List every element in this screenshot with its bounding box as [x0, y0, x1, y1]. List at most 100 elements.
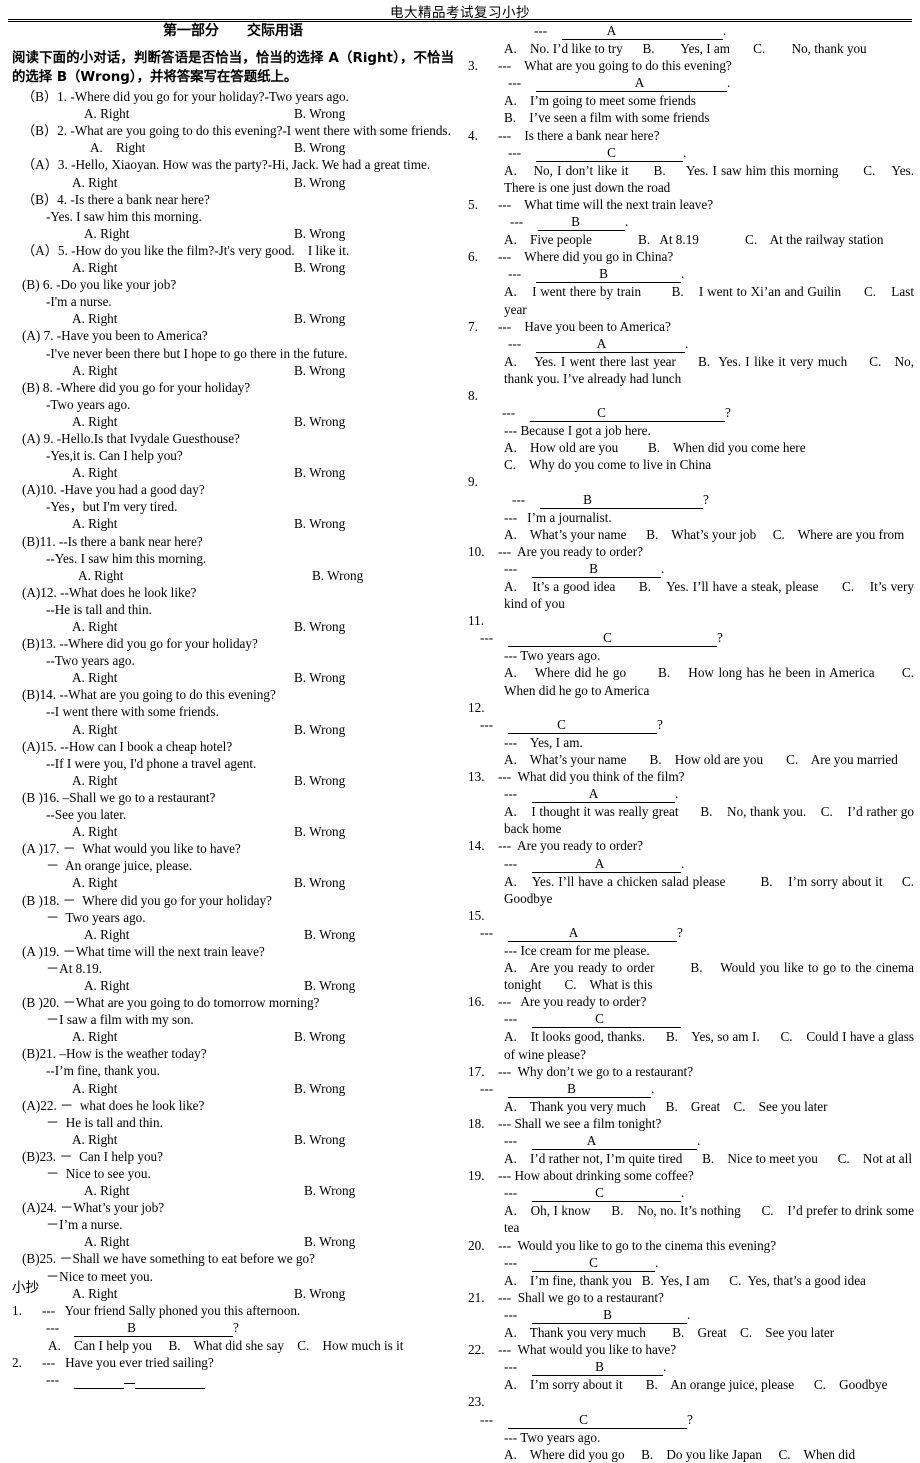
- mc-answer-letter[interactable]: A: [596, 335, 607, 353]
- mc-answer-letter[interactable]: A: [594, 855, 605, 873]
- option-right[interactable]: A. Right: [72, 413, 117, 430]
- option-wrong[interactable]: B. Wrong: [294, 259, 345, 276]
- mc-option-list[interactable]: A. Where did he go B. How long has he be…: [468, 664, 914, 698]
- mc-option-list[interactable]: A. I’m fine, thank you B. Yes, I am C. Y…: [468, 1272, 914, 1289]
- mc-option-list[interactable]: A. It looks good, thanks. B. Yes, so am …: [468, 1028, 914, 1062]
- mc-option-list[interactable]: A. What’s your name B. How old are you C…: [468, 751, 914, 768]
- option-wrong[interactable]: B. Wrong: [294, 310, 345, 327]
- mc-option-list[interactable]: A. I thought it was really great B. No, …: [468, 803, 914, 837]
- mc-option-list[interactable]: B. I’ve seen a film with some friends: [468, 109, 914, 126]
- mc-option-text[interactable]: A. Where did he go B. How long has he be…: [504, 665, 920, 697]
- mc-blank-pre[interactable]: [508, 1411, 578, 1429]
- mc-option-text[interactable]: A. No, I don’t like it B. Yes. I saw him…: [504, 163, 917, 195]
- option-wrong[interactable]: B. Wrong: [294, 464, 345, 481]
- mc-option-list[interactable]: A. Can I help you B. What did she say C.…: [12, 1337, 454, 1354]
- option-right[interactable]: A. Right: [72, 174, 117, 191]
- option-right[interactable]: A. Right: [72, 874, 117, 891]
- mc-answer-letter[interactable]: [124, 1383, 135, 1385]
- mc-option-list[interactable]: A. Are you ready to order B. Would you l…: [468, 959, 914, 993]
- mc-blank-post[interactable]: [607, 335, 685, 353]
- mc-blank-pre[interactable]: [532, 1132, 586, 1151]
- mc-answer-letter[interactable]: B: [588, 560, 599, 578]
- option-wrong[interactable]: B. Wrong: [294, 413, 345, 430]
- option-right[interactable]: A. Right: [84, 926, 129, 943]
- mc-blank-pre[interactable]: [508, 924, 568, 942]
- mc-blank-pre[interactable]: [74, 1319, 126, 1337]
- mc-option-list[interactable]: A. Where did you go B. Do you like Japan…: [468, 1446, 914, 1463]
- option-right[interactable]: A. Right: [72, 772, 117, 789]
- mc-option-text[interactable]: A. Oh, I know B. No, no. It’s nothing C.…: [504, 1203, 917, 1235]
- mc-option-list[interactable]: A. I’m sorry about it B. An orange juice…: [468, 1376, 914, 1393]
- mc-option-text[interactable]: A. I thought it was really great B. No, …: [504, 804, 917, 836]
- mc-answer-letter[interactable]: A: [606, 22, 617, 41]
- option-right[interactable]: A. Right: [84, 105, 129, 122]
- option-wrong[interactable]: B. Wrong: [294, 362, 345, 379]
- mc-blank-pre[interactable]: [532, 560, 588, 578]
- option-right[interactable]: A. Right: [72, 515, 117, 532]
- mc-option-text[interactable]: A. What’s your name B. How old are you C…: [504, 752, 898, 767]
- mc-blank-pre[interactable]: [74, 1371, 124, 1390]
- mc-option-list[interactable]: A. Yes. I went there last year B. Yes. I…: [468, 353, 914, 387]
- mc-option-text[interactable]: A. Where did you go B. Do you like Japan…: [504, 1447, 855, 1462]
- mc-option-list[interactable]: A. I’d rather not, I’m quite tired B. Ni…: [468, 1150, 914, 1167]
- mc-option-list[interactable]: A. Thank you very much B. Great C. See y…: [468, 1324, 914, 1341]
- mc-blank-pre[interactable]: [532, 1010, 594, 1029]
- mc-option-text[interactable]: A. It looks good, thanks. B. Yes, so am …: [504, 1029, 917, 1061]
- option-right[interactable]: A. Right: [72, 823, 117, 840]
- option-right[interactable]: A. Right: [72, 310, 117, 327]
- mc-blank-post[interactable]: [613, 1306, 687, 1325]
- mc-option-text[interactable]: A. It’s a good idea B. Yes. I’ll have a …: [504, 579, 917, 611]
- mc-blank-post[interactable]: [617, 22, 723, 41]
- mc-blank-pre[interactable]: [532, 1358, 594, 1377]
- mc-blank-pre[interactable]: [540, 491, 582, 509]
- mc-blank-post[interactable]: [605, 855, 681, 873]
- option-wrong[interactable]: B. Wrong: [304, 1233, 355, 1250]
- mc-blank-post[interactable]: [567, 716, 657, 734]
- mc-option-text[interactable]: A. Yes. I went there last year B. Yes. I…: [504, 354, 917, 386]
- mc-option-text[interactable]: A. Are you ready to order B. Would you l…: [504, 960, 917, 992]
- option-wrong[interactable]: B. Wrong: [304, 977, 355, 994]
- mc-option-list[interactable]: A. Thank you very much B. Great C. See y…: [468, 1098, 914, 1115]
- mc-blank-post[interactable]: [605, 1184, 681, 1203]
- mc-blank-pre[interactable]: [562, 22, 606, 41]
- option-wrong[interactable]: B. Wrong: [294, 721, 345, 738]
- mc-answer-letter[interactable]: C: [596, 404, 607, 423]
- mc-answer-letter[interactable]: C: [602, 629, 613, 648]
- mc-blank-post[interactable]: [579, 924, 677, 942]
- option-wrong[interactable]: B. Wrong: [294, 515, 345, 532]
- option-right[interactable]: A. Right: [90, 139, 145, 156]
- option-wrong[interactable]: B. Wrong: [304, 1182, 355, 1199]
- mc-option-text[interactable]: A. What’s your name B. What’s your job C…: [504, 527, 904, 542]
- mc-blank-post[interactable]: [605, 1010, 681, 1029]
- mc-option-list[interactable]: A. What’s your name B. What’s your job C…: [468, 526, 914, 543]
- mc-option-list[interactable]: A. No, I don’t like it B. Yes. I saw him…: [468, 162, 914, 196]
- mc-blank-post[interactable]: [599, 1254, 655, 1272]
- option-wrong[interactable]: B. Wrong: [312, 567, 363, 584]
- mc-option-list[interactable]: A. How old are you B. When did you come …: [468, 439, 914, 456]
- mc-option-text[interactable]: A. How old are you B. When did you come …: [504, 440, 806, 455]
- mc-answer-letter[interactable]: B: [602, 1306, 613, 1325]
- mc-option-list[interactable]: C. Why do you come to live in China: [468, 456, 914, 473]
- mc-option-text[interactable]: C. Why do you come to live in China: [504, 457, 711, 472]
- mc-blank-pre[interactable]: [538, 213, 570, 232]
- option-wrong[interactable]: B. Wrong: [294, 1028, 345, 1045]
- mc-blank-post[interactable]: [599, 785, 675, 804]
- mc-blank-post[interactable]: [645, 74, 727, 93]
- mc-blank-pre[interactable]: [536, 335, 596, 353]
- option-wrong[interactable]: B. Wrong: [294, 1080, 345, 1097]
- mc-answer-letter[interactable]: A: [634, 74, 645, 93]
- mc-option-text[interactable]: A. I’d rather not, I’m quite tired B. Ni…: [504, 1151, 912, 1166]
- mc-answer-letter[interactable]: B: [594, 1358, 605, 1377]
- mc-option-text[interactable]: B. I’ve seen a film with some friends: [504, 110, 709, 125]
- mc-blank-pre[interactable]: [532, 1254, 588, 1272]
- option-right[interactable]: A. Right: [72, 1028, 117, 1045]
- mc-blank-post[interactable]: [597, 1132, 697, 1151]
- mc-blank-pre[interactable]: [536, 144, 606, 162]
- mc-blank-pre[interactable]: [536, 74, 634, 93]
- mc-option-text[interactable]: A. Yes. I’ll have a chicken salad please…: [504, 874, 920, 906]
- mc-answer-letter[interactable]: C: [594, 1184, 605, 1203]
- mc-blank-post[interactable]: [577, 1080, 651, 1098]
- option-wrong[interactable]: B. Wrong: [294, 874, 345, 891]
- option-right[interactable]: A. Right: [84, 225, 129, 242]
- option-right[interactable]: A. Right: [72, 1080, 117, 1097]
